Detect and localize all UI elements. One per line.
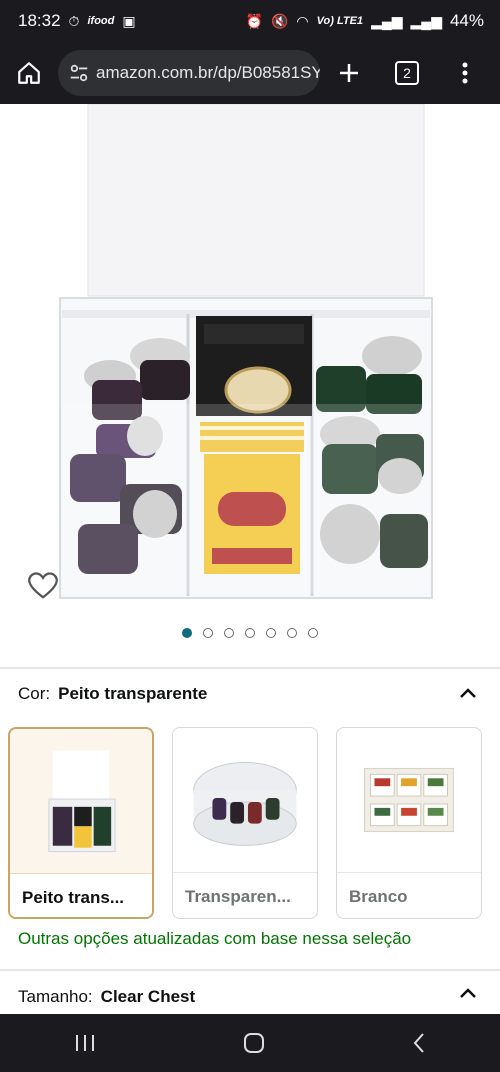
signal-icon: ▂▄▆ xyxy=(371,12,403,29)
heart-icon[interactable] xyxy=(28,572,58,602)
url-text: amazon.com.br/dp/B08581SYC xyxy=(96,63,320,82)
carousel-dot[interactable] xyxy=(203,628,213,638)
swatch-peito-transparente[interactable]: Peito trans... xyxy=(8,727,154,919)
carousel-dot[interactable] xyxy=(182,628,192,638)
system-nav-bar xyxy=(0,1014,500,1072)
size-option-label: Tamanho: xyxy=(18,987,93,1006)
swatch-transparente[interactable]: Transparen... xyxy=(172,727,318,919)
options-updated-note: Outras opções atualizadas com base nessa… xyxy=(18,929,412,948)
alarm-icon: ⏰ xyxy=(245,12,263,29)
swatch-thumbnail xyxy=(364,767,454,833)
size-option-value: Clear Chest xyxy=(100,987,196,1006)
battery-level: 44% xyxy=(449,11,484,30)
image-carousel-indicator xyxy=(0,628,500,638)
carousel-dot[interactable] xyxy=(245,628,255,638)
divider xyxy=(0,969,500,971)
home-icon[interactable] xyxy=(0,60,58,86)
swatch-label: Branco xyxy=(337,872,481,918)
address-bar[interactable]: amazon.com.br/dp/B08581SYC xyxy=(58,50,320,96)
mute-icon: 🔇 xyxy=(270,12,289,29)
chevron-up-icon[interactable] xyxy=(458,686,478,700)
color-option-value: Peito transparente xyxy=(58,684,208,703)
size-option-header[interactable]: Tamanho: Clear Chest xyxy=(18,987,195,1007)
network-type: Vo) LTE1 xyxy=(316,15,364,27)
swatch-thumbnail xyxy=(193,762,297,846)
divider xyxy=(0,667,500,669)
browser-toolbar: amazon.com.br/dp/B08581SYC 2 xyxy=(0,42,500,104)
image-icon: ▣ xyxy=(122,12,136,29)
recents-icon[interactable] xyxy=(74,1033,96,1053)
carousel-dot[interactable] xyxy=(308,628,318,638)
clock: 18:32 xyxy=(18,11,61,30)
carousel-dot[interactable] xyxy=(287,628,297,638)
signal-icon-2: ▂▄▆ xyxy=(410,12,442,29)
swatch-thumbnail xyxy=(48,750,116,853)
home-nav-icon[interactable] xyxy=(243,1032,265,1054)
back-icon[interactable] xyxy=(412,1032,426,1054)
app-notification-icon: ifood xyxy=(87,15,115,27)
tab-switcher-button[interactable]: 2 xyxy=(378,61,436,85)
swatch-label: Peito trans... xyxy=(10,873,152,917)
color-option-label: Cor: xyxy=(18,684,51,703)
color-option-header[interactable]: Cor: Peito transparente xyxy=(18,684,207,704)
carousel-dot[interactable] xyxy=(266,628,276,638)
swatch-label: Transparen... xyxy=(173,872,317,918)
more-vert-icon[interactable] xyxy=(436,61,494,85)
chevron-up-icon[interactable] xyxy=(458,986,478,1000)
color-swatches: Peito trans... Transparen... Branco xyxy=(8,727,482,919)
status-bar: 18:32 ⏱ ifood ▣ ⏰ 🔇 ◠ Vo) LTE1 ▂▄▆ ▂▄▆ 4… xyxy=(0,0,500,42)
plus-icon xyxy=(340,64,358,82)
product-image[interactable] xyxy=(0,103,500,624)
carousel-dot[interactable] xyxy=(224,628,234,638)
swatch-branco[interactable]: Branco xyxy=(336,727,482,919)
tab-count: 2 xyxy=(395,61,419,85)
wifi-icon: ◠ xyxy=(296,12,309,29)
site-settings-icon[interactable] xyxy=(68,62,90,84)
timer-icon: ⏱ xyxy=(68,12,80,29)
new-tab-button[interactable] xyxy=(320,61,378,85)
